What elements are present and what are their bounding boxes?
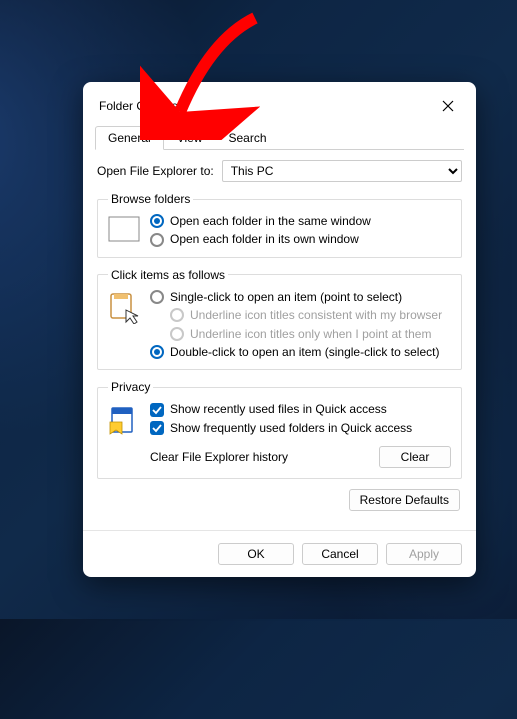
window-title: Folder Options bbox=[99, 99, 428, 113]
dialog-footer: OK Cancel Apply bbox=[83, 530, 476, 577]
open-explorer-label: Open File Explorer to: bbox=[97, 164, 214, 178]
tab-general[interactable]: General bbox=[95, 126, 164, 150]
radio-icon bbox=[170, 308, 184, 322]
radio-single-click[interactable]: Single-click to open an item (point to s… bbox=[150, 290, 451, 304]
radio-icon bbox=[150, 345, 164, 359]
click-items-legend: Click items as follows bbox=[108, 268, 228, 282]
privacy-group: Privacy Show recently used files in Quic… bbox=[97, 380, 462, 479]
radio-icon bbox=[170, 327, 184, 341]
privacy-legend: Privacy bbox=[108, 380, 153, 394]
tab-content: Open File Explorer to: This PC Browse fo… bbox=[83, 150, 476, 530]
radio-underline-point: Underline icon titles only when I point … bbox=[170, 327, 451, 341]
tab-bar: General View Search bbox=[83, 126, 476, 150]
tab-view[interactable]: View bbox=[164, 126, 216, 150]
ok-button[interactable]: OK bbox=[218, 543, 294, 565]
browse-folders-icon bbox=[108, 216, 140, 242]
clear-button[interactable]: Clear bbox=[379, 446, 451, 468]
radio-same-window[interactable]: Open each folder in the same window bbox=[150, 214, 451, 228]
restore-defaults-button[interactable]: Restore Defaults bbox=[349, 489, 460, 511]
checkbox-recent-files[interactable]: Show recently used files in Quick access bbox=[150, 402, 451, 416]
checkbox-icon bbox=[150, 403, 164, 417]
checkbox-frequent-folders[interactable]: Show frequently used folders in Quick ac… bbox=[150, 421, 451, 435]
radio-own-window[interactable]: Open each folder in its own window bbox=[150, 232, 451, 246]
radio-icon bbox=[150, 233, 164, 247]
titlebar: Folder Options bbox=[83, 82, 476, 126]
close-icon bbox=[442, 100, 454, 112]
checkbox-icon bbox=[150, 421, 164, 435]
cancel-button[interactable]: Cancel bbox=[302, 543, 378, 565]
radio-icon bbox=[150, 214, 164, 228]
radio-underline-browser: Underline icon titles consistent with my… bbox=[170, 308, 451, 322]
radio-icon bbox=[150, 290, 164, 304]
clear-history-label: Clear File Explorer history bbox=[150, 450, 288, 464]
folder-options-dialog: Folder Options General View Search Open … bbox=[83, 82, 476, 577]
browse-folders-legend: Browse folders bbox=[108, 192, 193, 206]
tab-search[interactable]: Search bbox=[216, 126, 280, 150]
open-explorer-select[interactable]: This PC bbox=[222, 160, 462, 182]
click-items-group: Click items as follows Single-click to o… bbox=[97, 268, 462, 371]
browse-folders-group: Browse folders Open each folder in the s… bbox=[97, 192, 462, 258]
close-button[interactable] bbox=[428, 92, 468, 120]
radio-double-click[interactable]: Double-click to open an item (single-cli… bbox=[150, 345, 451, 359]
apply-button[interactable]: Apply bbox=[386, 543, 462, 565]
click-items-icon bbox=[108, 292, 140, 324]
privacy-icon bbox=[108, 404, 140, 436]
